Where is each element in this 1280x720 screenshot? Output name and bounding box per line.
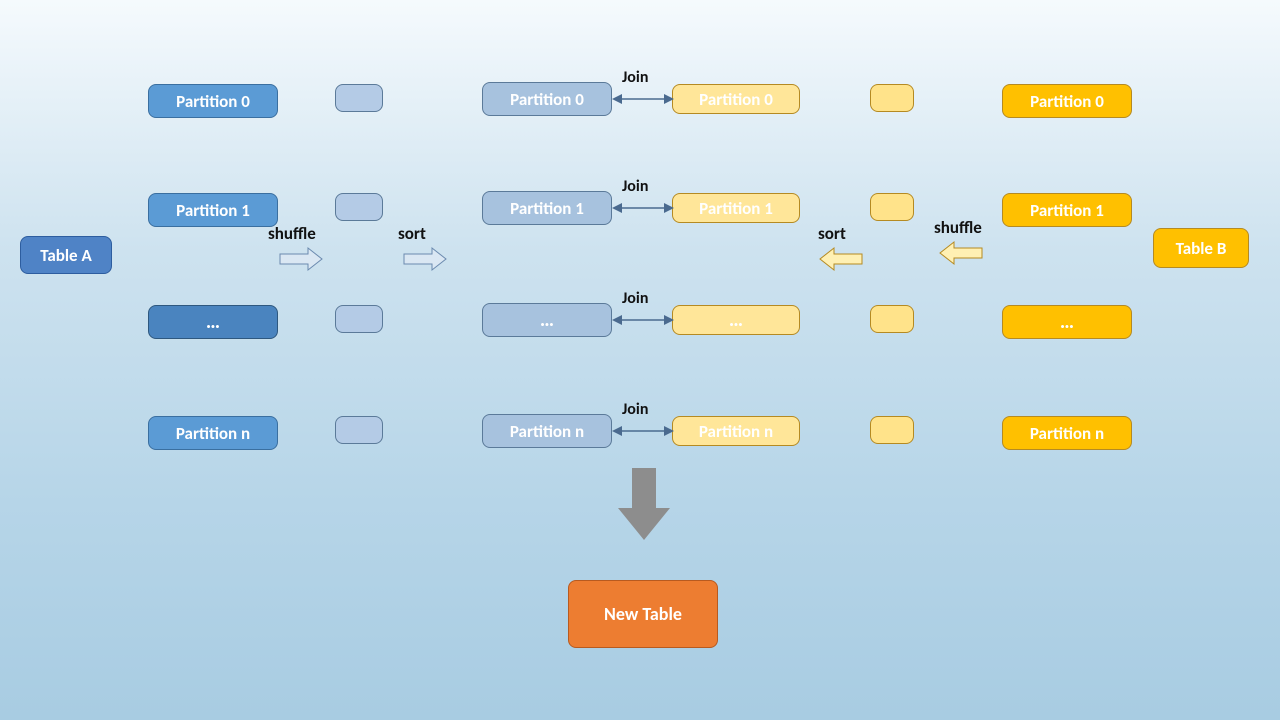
sort-arrow-a: [402, 246, 448, 272]
down-arrow-icon: [614, 464, 674, 544]
table-b-label: Table B: [1153, 228, 1249, 268]
join-arrow-0: [610, 90, 676, 108]
diagram-canvas: Table A Table B Partition 0 Partition 0 …: [0, 0, 1280, 720]
part-b-0: Partition 0: [1002, 84, 1132, 118]
shuffle-arrow-b: [938, 240, 984, 266]
sort-a-n: Partition n: [482, 414, 612, 448]
sort-label-a: sort: [398, 223, 426, 244]
sort-a-1: Partition 1: [482, 191, 612, 225]
part-a-1: Partition 1: [148, 193, 278, 227]
join-label-1: Join: [622, 177, 648, 196]
shuffle-a-1: [335, 193, 383, 221]
shuffle-label-a: shuffle: [268, 223, 316, 244]
shuffle-a-dots: [335, 305, 383, 333]
sort-label-b: sort: [818, 223, 846, 244]
part-b-n: Partition n: [1002, 416, 1132, 450]
table-a-label: Table A: [20, 236, 112, 274]
shuffle-b-n: [870, 416, 914, 444]
part-b-1: Partition 1: [1002, 193, 1132, 227]
sort-b-0: Partition 0: [672, 84, 800, 114]
sort-b-dots: …: [672, 305, 800, 335]
sort-a-0: Partition 0: [482, 82, 612, 116]
new-table-box: New Table: [568, 580, 718, 648]
part-a-0: Partition 0: [148, 84, 278, 118]
join-arrow-n: [610, 422, 676, 440]
sort-arrow-b: [818, 246, 864, 272]
shuffle-arrow-a: [278, 246, 324, 272]
shuffle-a-0: [335, 84, 383, 112]
part-b-dots: …: [1002, 305, 1132, 339]
sort-b-1: Partition 1: [672, 193, 800, 223]
join-arrow-dots: [610, 311, 676, 329]
join-label-dots: Join: [622, 289, 648, 308]
shuffle-b-1: [870, 193, 914, 221]
join-arrow-1: [610, 199, 676, 217]
sort-a-dots: …: [482, 303, 612, 337]
part-a-dots: …: [148, 305, 278, 339]
join-label-0: Join: [622, 68, 648, 87]
shuffle-a-n: [335, 416, 383, 444]
shuffle-label-b: shuffle: [934, 217, 982, 238]
join-label-n: Join: [622, 400, 648, 419]
shuffle-b-dots: [870, 305, 914, 333]
shuffle-b-0: [870, 84, 914, 112]
sort-b-n: Partition n: [672, 416, 800, 446]
part-a-n: Partition n: [148, 416, 278, 450]
